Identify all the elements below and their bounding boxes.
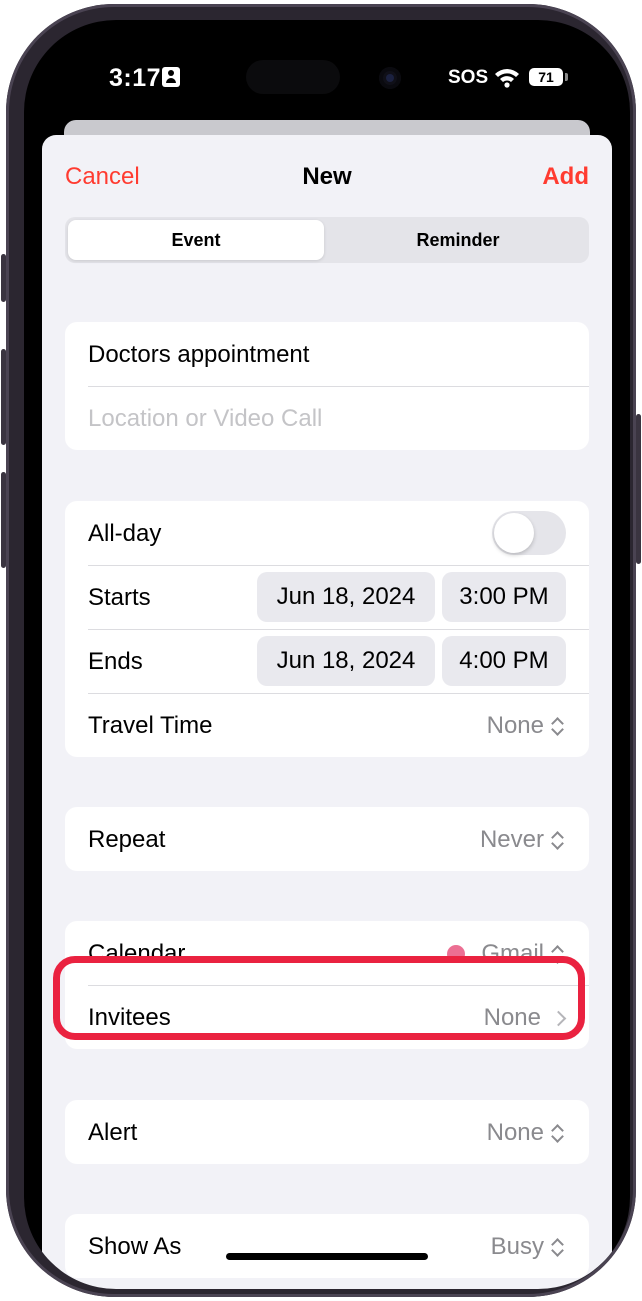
segment-event[interactable]: Event <box>68 220 324 260</box>
chevron-up-down-icon <box>550 716 564 736</box>
dynamic-island <box>246 60 340 94</box>
action-button <box>1 254 6 302</box>
wifi-icon <box>495 69 519 88</box>
end-date-button[interactable]: Jun 18, 2024 <box>257 636 435 686</box>
sheet-title: New <box>302 163 352 190</box>
contact-icon <box>162 67 180 87</box>
power-button <box>636 414 641 564</box>
repeat-group: Repeat Never <box>65 807 589 871</box>
segment-reminder[interactable]: Reminder <box>330 220 586 260</box>
all-day-toggle[interactable] <box>492 511 566 555</box>
show-as-picker[interactable]: Busy <box>491 1233 564 1261</box>
alert-label: Alert <box>88 1119 138 1146</box>
invitees-highlight-box <box>53 956 585 1040</box>
sos-indicator: SOS <box>448 67 489 88</box>
title-location-group: Doctors appointment Location or Video Ca… <box>65 322 589 450</box>
travel-time-label: Travel Time <box>88 712 213 739</box>
phone-frame: 3:17 SOS 71 Cancel New Add Event Reminde <box>1 4 641 1297</box>
battery-tip <box>565 73 568 81</box>
screen: 3:17 SOS 71 Cancel New Add Event Reminde <box>24 20 630 1289</box>
show-as-group: Show As Busy <box>65 1214 589 1278</box>
show-as-row[interactable]: Show As Busy <box>65 1214 589 1278</box>
show-as-value: Busy <box>490 1233 544 1260</box>
battery-icon: 71 <box>529 68 563 86</box>
chevron-up-down-icon <box>550 1237 564 1257</box>
new-event-sheet: Cancel New Add Event Reminder Doctors ap… <box>42 135 612 1289</box>
date-time-group: All-day Starts Jun 18, 2024 3:00 PM Ends… <box>65 501 589 757</box>
alert-picker[interactable]: None <box>487 1119 564 1147</box>
starts-row: Starts Jun 18, 2024 3:00 PM <box>65 565 589 629</box>
chevron-up-down-icon <box>550 1123 564 1143</box>
alert-value: None <box>486 1119 544 1146</box>
location-field[interactable]: Location or Video Call <box>65 386 589 450</box>
starts-label: Starts <box>88 584 151 611</box>
alert-row[interactable]: Alert None <box>65 1100 589 1164</box>
travel-time-picker[interactable]: None <box>487 712 564 740</box>
repeat-value: Never <box>479 826 544 853</box>
all-day-label: All-day <box>88 520 162 547</box>
alert-group: Alert None <box>65 1100 589 1164</box>
camera-icon <box>379 67 401 89</box>
home-indicator <box>226 1253 428 1260</box>
event-title-value: Doctors appointment <box>88 341 310 368</box>
ends-label: Ends <box>88 648 143 675</box>
chevron-up-down-icon <box>550 830 564 850</box>
toggle-knob <box>494 513 534 553</box>
repeat-picker[interactable]: Never <box>480 826 564 854</box>
repeat-row[interactable]: Repeat Never <box>65 807 589 871</box>
status-time: 3:17 <box>109 64 162 92</box>
add-button[interactable]: Add <box>542 163 589 191</box>
end-time-button[interactable]: 4:00 PM <box>442 636 566 686</box>
nav-bar: Cancel New Add <box>42 135 612 215</box>
all-day-row: All-day <box>65 501 589 565</box>
event-reminder-segmented-control: Event Reminder <box>65 217 589 263</box>
volume-up-button <box>1 349 6 445</box>
volume-down-button <box>1 472 6 568</box>
start-date-button[interactable]: Jun 18, 2024 <box>257 572 435 622</box>
show-as-label: Show As <box>88 1233 182 1260</box>
start-time-button[interactable]: 3:00 PM <box>442 572 566 622</box>
ends-row: Ends Jun 18, 2024 4:00 PM <box>65 629 589 693</box>
repeat-label: Repeat <box>88 826 166 853</box>
location-placeholder: Location or Video Call <box>88 405 323 432</box>
travel-time-value: None <box>486 712 544 739</box>
status-bar: 3:17 SOS 71 <box>24 20 630 120</box>
title-field[interactable]: Doctors appointment <box>65 322 589 386</box>
travel-time-row[interactable]: Travel Time None <box>65 693 589 757</box>
